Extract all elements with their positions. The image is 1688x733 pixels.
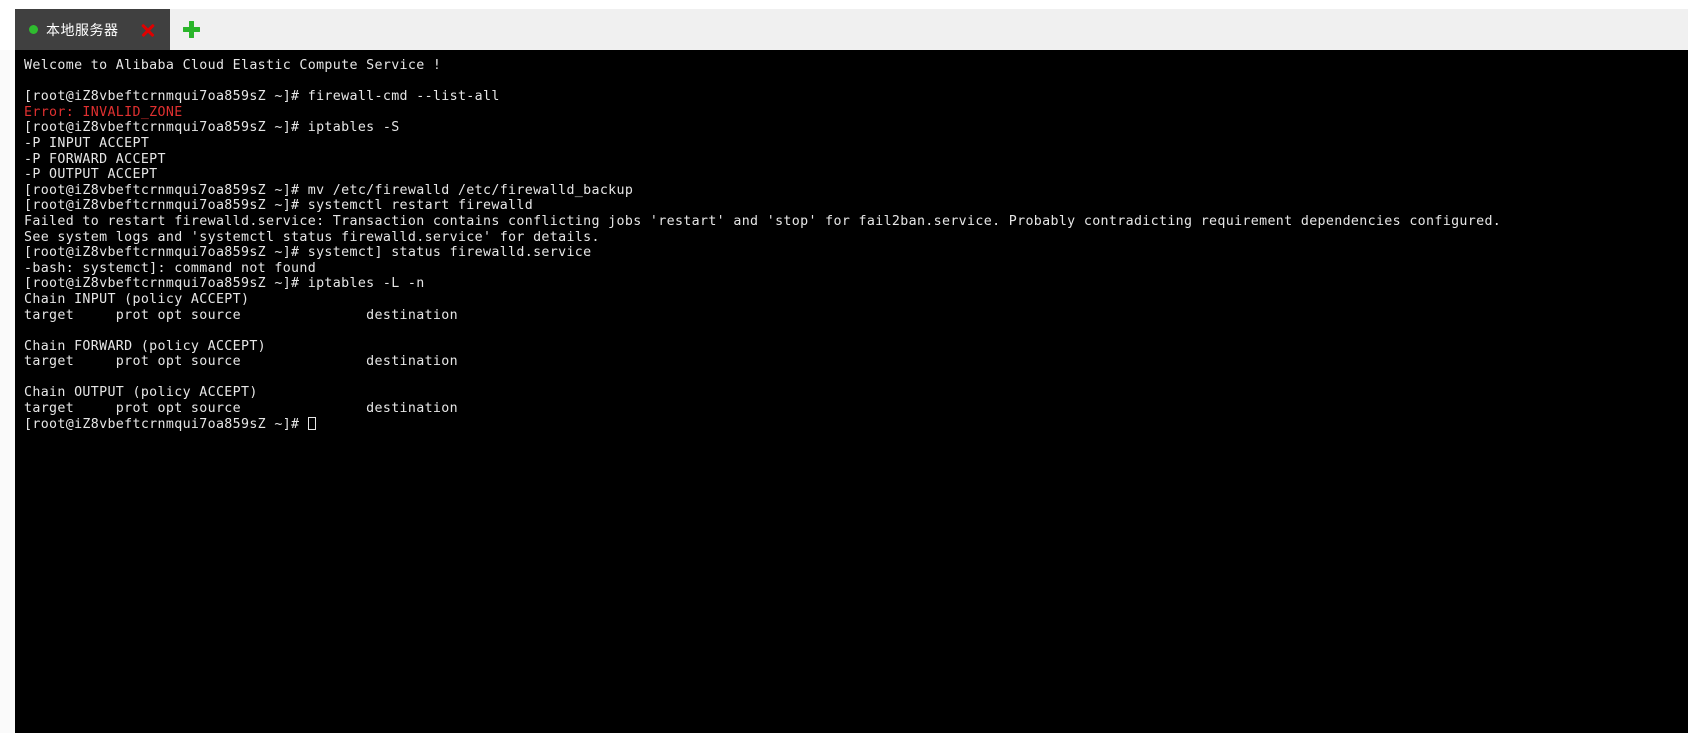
- terminal-output: Welcome to Alibaba Cloud Elastic Compute…: [24, 58, 1688, 432]
- terminal-line: target prot opt source destination: [24, 308, 1688, 324]
- terminal-line: [root@iZ8vbeftcrnmqui7oa859sZ ~]# iptabl…: [24, 120, 1688, 136]
- terminal-line: Failed to restart firewalld.service: Tra…: [24, 214, 1688, 230]
- terminal-line: [root@iZ8vbeftcrnmqui7oa859sZ ~]# iptabl…: [24, 276, 1688, 292]
- terminal-line: Welcome to Alibaba Cloud Elastic Compute…: [24, 58, 1688, 74]
- terminal-body: Welcome to Alibaba Cloud Elastic Compute…: [0, 50, 1688, 733]
- terminal-line: Error: INVALID_ZONE: [24, 105, 1688, 121]
- terminal-line-text: [root@iZ8vbeftcrnmqui7oa859sZ ~]# system…: [24, 198, 533, 213]
- terminal-line-text: target prot opt source destination: [24, 354, 458, 369]
- close-icon[interactable]: [139, 21, 157, 39]
- terminal-window: 本地服务器 Welcome to Alibaba Cloud Elastic C…: [0, 0, 1688, 733]
- terminal-line-text: target prot opt source destination: [24, 401, 458, 416]
- terminal-line: Chain OUTPUT (policy ACCEPT): [24, 385, 1688, 401]
- terminal-line: [root@iZ8vbeftcrnmqui7oa859sZ ~]# system…: [24, 245, 1688, 261]
- terminal-line-text: -P OUTPUT ACCEPT: [24, 167, 158, 182]
- terminal-line-text: Chain FORWARD (policy ACCEPT): [24, 339, 266, 354]
- terminal-line-text: [root@iZ8vbeftcrnmqui7oa859sZ ~]# iptabl…: [24, 120, 400, 135]
- terminal-line-text: -P FORWARD ACCEPT: [24, 152, 166, 167]
- tab-bar-left-padding: [0, 9, 15, 50]
- terminal-line-text: See system logs and 'systemctl status fi…: [24, 230, 600, 245]
- tab-local-server[interactable]: 本地服务器: [15, 9, 170, 50]
- window-top-strip: [0, 0, 1688, 9]
- terminal-left-gutter: [0, 50, 15, 733]
- terminal-line: [root@iZ8vbeftcrnmqui7oa859sZ ~]# mv /et…: [24, 183, 1688, 199]
- terminal-line: Chain INPUT (policy ACCEPT): [24, 292, 1688, 308]
- terminal-line-text: Chain OUTPUT (policy ACCEPT): [24, 385, 258, 400]
- terminal-screen[interactable]: Welcome to Alibaba Cloud Elastic Compute…: [15, 50, 1688, 733]
- terminal-line-text: [root@iZ8vbeftcrnmqui7oa859sZ ~]# system…: [24, 245, 592, 260]
- terminal-line: -P OUTPUT ACCEPT: [24, 167, 1688, 183]
- terminal-line: [root@iZ8vbeftcrnmqui7oa859sZ ~]#: [24, 417, 1688, 433]
- terminal-line: -P INPUT ACCEPT: [24, 136, 1688, 152]
- terminal-line: -bash: systemct]: command not found: [24, 261, 1688, 277]
- terminal-line-text: Chain INPUT (policy ACCEPT): [24, 292, 249, 307]
- terminal-line-text: Failed to restart firewalld.service: Tra…: [24, 214, 1501, 229]
- terminal-line-text: -P INPUT ACCEPT: [24, 136, 149, 151]
- terminal-line-text: [root@iZ8vbeftcrnmqui7oa859sZ ~]# firewa…: [24, 89, 500, 104]
- terminal-line: target prot opt source destination: [24, 354, 1688, 370]
- terminal-line-text: Error: INVALID_ZONE: [24, 105, 183, 120]
- terminal-line: [root@iZ8vbeftcrnmqui7oa859sZ ~]# firewa…: [24, 89, 1688, 105]
- terminal-line-text: target prot opt source destination: [24, 308, 458, 323]
- terminal-line: [24, 370, 1688, 386]
- new-tab-button[interactable]: [170, 9, 214, 50]
- terminal-line-text: [root@iZ8vbeftcrnmqui7oa859sZ ~]#: [24, 417, 308, 432]
- terminal-cursor: [308, 417, 316, 430]
- terminal-line: [24, 323, 1688, 339]
- terminal-line-text: -bash: systemct]: command not found: [24, 261, 316, 276]
- terminal-line: See system logs and 'systemctl status fi…: [24, 230, 1688, 246]
- plus-icon: [183, 21, 200, 38]
- terminal-line-text: Welcome to Alibaba Cloud Elastic Compute…: [24, 58, 441, 73]
- terminal-line: [24, 74, 1688, 90]
- terminal-line: target prot opt source destination: [24, 401, 1688, 417]
- tab-title-label: 本地服务器: [46, 20, 119, 40]
- terminal-line-text: [root@iZ8vbeftcrnmqui7oa859sZ ~]# mv /et…: [24, 183, 633, 198]
- connection-status-dot-icon: [29, 25, 38, 34]
- terminal-line: Chain FORWARD (policy ACCEPT): [24, 339, 1688, 355]
- tab-bar-empty-area: [214, 9, 1688, 50]
- terminal-line-text: [root@iZ8vbeftcrnmqui7oa859sZ ~]# iptabl…: [24, 276, 425, 291]
- terminal-line: -P FORWARD ACCEPT: [24, 152, 1688, 168]
- tab-bar: 本地服务器: [0, 9, 1688, 50]
- terminal-line: [root@iZ8vbeftcrnmqui7oa859sZ ~]# system…: [24, 198, 1688, 214]
